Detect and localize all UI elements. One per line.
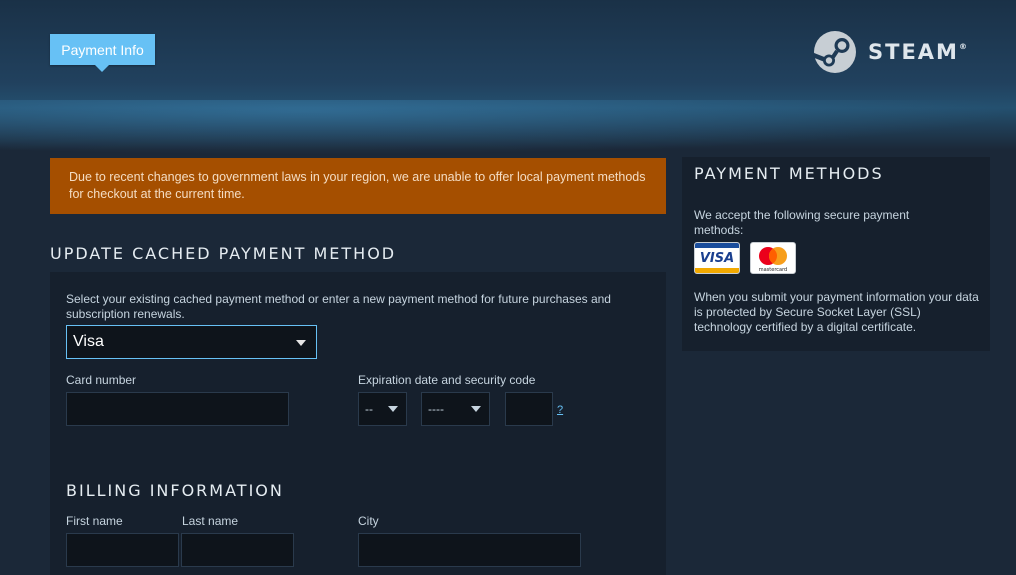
expiration-label: Expiration date and security code [358,373,536,387]
chevron-down-icon [471,406,481,412]
ssl-info-text: When you submit your payment information… [694,290,979,334]
chevron-down-icon [388,406,398,412]
exp-month-value: -- [365,402,373,416]
region-notice: Due to recent changes to government laws… [50,158,666,214]
header-glow [0,100,1016,155]
visa-card-icon: VISA [694,242,740,274]
svg-text:mastercard: mastercard [759,267,787,273]
card-number-input[interactable] [66,392,289,426]
mastercard-card-icon: mastercard [750,242,796,274]
exp-year-value: ---- [428,402,444,416]
payment-method-select[interactable]: Visa [66,325,317,359]
update-payment-title: UPDATE CACHED PAYMENT METHOD [50,244,397,263]
exp-year-select[interactable]: ---- [421,392,490,426]
payment-description: Select your existing cached payment meth… [66,292,611,321]
steam-logo[interactable]: STEAM® [813,29,967,75]
region-notice-text: Due to recent changes to government laws… [69,170,646,201]
security-code-input[interactable] [505,392,553,426]
payment-methods-accept-text: We accept the following secure payment m… [694,208,910,237]
steam-logo-text: STEAM® [868,40,967,64]
last-name-input[interactable] [181,533,294,567]
exp-month-select[interactable]: -- [358,392,407,426]
tab-payment-info[interactable]: Payment Info [50,34,155,72]
steam-logo-icon [813,31,856,73]
payment-method-value: Visa [73,333,104,350]
chevron-down-icon [296,340,306,346]
payment-methods-title: PAYMENT METHODS [694,164,884,183]
last-name-label: Last name [182,514,239,528]
card-number-label: Card number [66,373,137,387]
tab-payment-info-label: Payment Info [61,41,144,58]
first-name-label: First name [66,514,123,528]
security-code-help-link[interactable]: ? [557,404,563,416]
first-name-input[interactable] [66,533,179,567]
city-label: City [358,514,379,528]
billing-title: BILLING INFORMATION [66,481,284,500]
city-input[interactable] [358,533,581,567]
